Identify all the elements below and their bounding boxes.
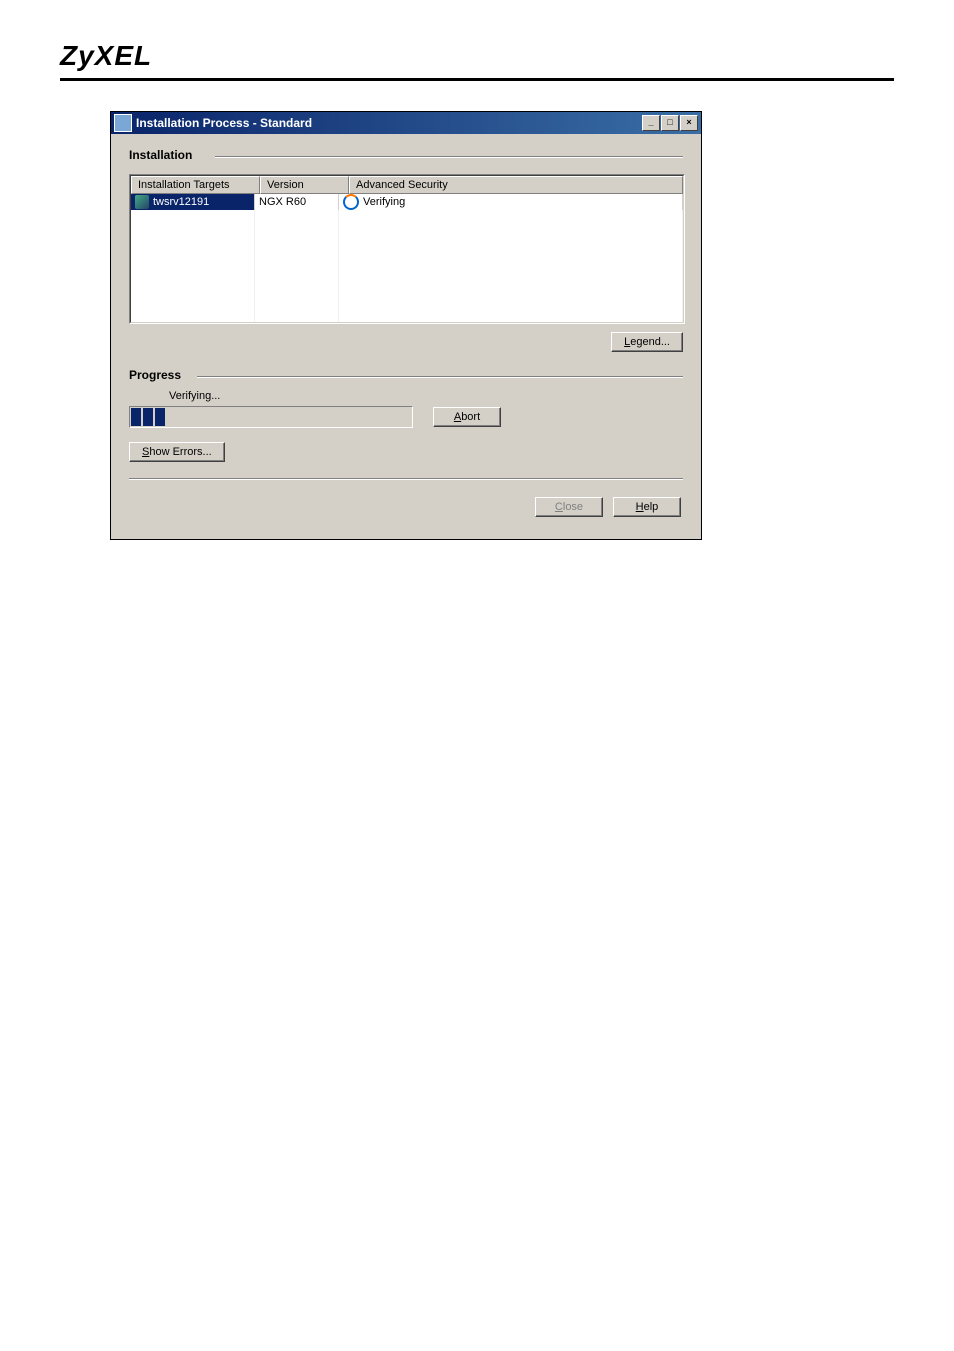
brand-logo: ZyXEL (60, 40, 894, 72)
abort-button[interactable]: Abort (433, 407, 501, 427)
table-row (131, 290, 683, 306)
divider (129, 478, 683, 479)
table-row (131, 258, 683, 274)
node-icon (135, 195, 149, 209)
progress-chunk (155, 408, 165, 426)
close-window-button[interactable]: × (680, 115, 698, 131)
table-row (131, 226, 683, 242)
titlebar-buttons: _ □ × (641, 115, 698, 131)
column-advanced-security[interactable]: Advanced Security (349, 176, 683, 194)
verifying-icon (343, 194, 359, 210)
window-title: Installation Process - Standard (136, 116, 641, 130)
minimize-button[interactable]: _ (642, 115, 660, 131)
help-button[interactable]: Help (613, 497, 681, 517)
brand-underline (60, 78, 894, 81)
column-version[interactable]: Version (260, 176, 349, 194)
installation-group-title: Installation (129, 148, 198, 162)
progress-label: Verifying... (169, 390, 683, 402)
window-icon (114, 114, 132, 132)
progress-chunk (143, 408, 153, 426)
progress-title: Progress (129, 368, 187, 382)
table-body: twsrv12191 NGX R60 Verifying (131, 194, 683, 322)
table-row (131, 306, 683, 322)
targets-table: Installation Targets Version Advanced Se… (129, 174, 685, 324)
bottom-button-row: Close Help (129, 497, 683, 517)
progress-chunk (131, 408, 141, 426)
close-button: Close (535, 497, 603, 517)
status-text: Verifying (363, 196, 405, 208)
maximize-button[interactable]: □ (661, 115, 679, 131)
legend-button[interactable]: Legend... (611, 332, 683, 352)
show-errors-button[interactable]: Show Errors... (129, 442, 225, 462)
table-row (131, 274, 683, 290)
table-row (131, 210, 683, 226)
table-row[interactable]: twsrv12191 NGX R60 Verifying (131, 194, 683, 210)
table-header: Installation Targets Version Advanced Se… (131, 176, 683, 194)
titlebar: Installation Process - Standard _ □ × (111, 112, 701, 134)
installation-group: Installation Installation Targets Versio… (129, 148, 683, 462)
cell-version: NGX R60 (255, 194, 339, 210)
group-divider (215, 156, 683, 157)
installation-window: Installation Process - Standard _ □ × In… (110, 111, 702, 540)
group-divider (197, 376, 683, 377)
target-name: twsrv12191 (153, 196, 209, 208)
window-content: Installation Installation Targets Versio… (111, 134, 701, 539)
progress-group: Progress Verifying... Abort Show Errors.… (129, 368, 683, 462)
cell-status: Verifying (339, 194, 683, 210)
progress-bar (129, 406, 413, 428)
table-row (131, 242, 683, 258)
column-targets[interactable]: Installation Targets (131, 176, 260, 194)
cell-target: twsrv12191 (131, 194, 255, 210)
